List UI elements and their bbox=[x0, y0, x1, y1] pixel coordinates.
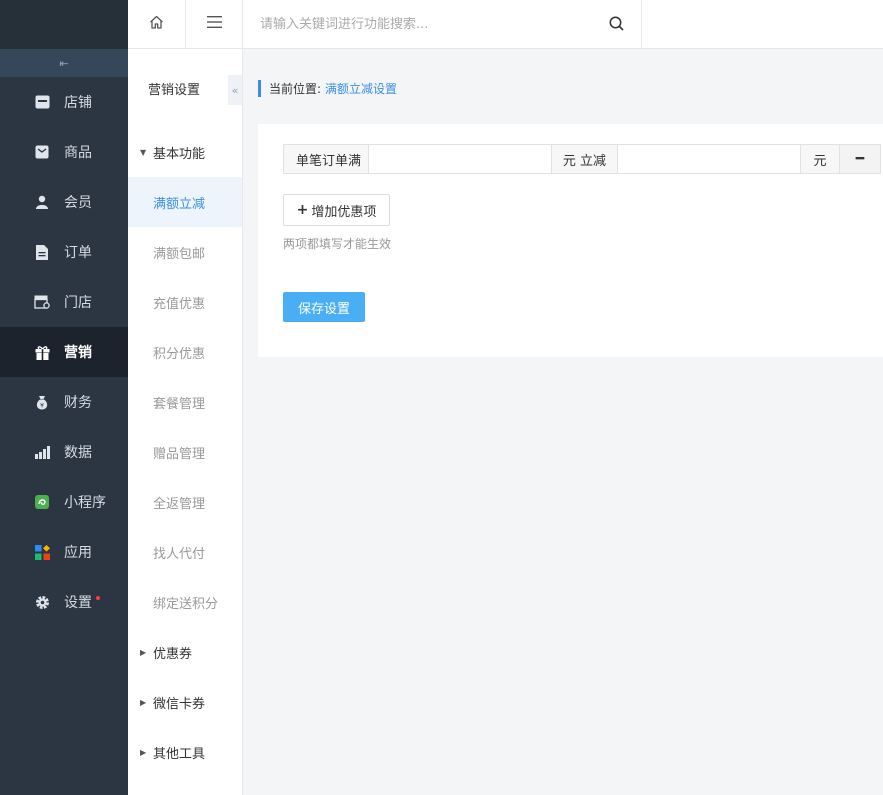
sub-item-package-management[interactable]: 套餐管理 bbox=[128, 377, 242, 427]
add-discount-item-button[interactable]: + 增加优惠项 bbox=[283, 194, 390, 226]
order-threshold-cell bbox=[368, 144, 552, 174]
nav-label: 应用 bbox=[64, 545, 92, 561]
group-other-tools[interactable]: ▶ 其他工具 bbox=[128, 727, 242, 777]
breadcrumb-label: 当前位置: bbox=[269, 82, 322, 96]
nav-label: 商品 bbox=[64, 145, 92, 161]
group-label: 基本功能 bbox=[153, 146, 206, 162]
gift-icon bbox=[34, 344, 50, 360]
sub-item-binding-points[interactable]: 绑定送积分 bbox=[128, 577, 242, 627]
svg-text:¥: ¥ bbox=[40, 402, 44, 409]
secondary-menu: 营销设置 « ▼ 基本功能 满额立减 满额包邮 充值优惠 积分优惠 套餐管理 赠… bbox=[128, 49, 243, 795]
main-nav: 店铺 商品 会员 订单 门店 营销 ¥ 财务 数据 小程序 应用 设置 bbox=[0, 77, 128, 627]
group-label: 微信卡券 bbox=[153, 696, 206, 712]
nav-label: 数据 bbox=[64, 445, 92, 461]
discount-cell bbox=[617, 144, 801, 174]
product-icon bbox=[34, 144, 50, 160]
gear-icon bbox=[34, 594, 50, 610]
nav-item-mini-program[interactable]: 小程序 bbox=[0, 477, 128, 527]
minus-icon: ━ bbox=[855, 151, 865, 167]
sub-item-recharge-discount[interactable]: 充值优惠 bbox=[128, 277, 242, 327]
sub-item-full-reduction[interactable]: 满额立减 bbox=[128, 177, 242, 227]
nav-label: 店铺 bbox=[64, 95, 92, 111]
store-icon bbox=[34, 94, 50, 110]
nav-item-shop[interactable]: 门店 bbox=[0, 277, 128, 327]
nav-label: 订单 bbox=[64, 245, 92, 261]
nav-item-data[interactable]: 数据 bbox=[0, 427, 128, 477]
logo-area bbox=[0, 0, 128, 49]
double-chevron-left-icon: « bbox=[231, 83, 239, 97]
sub-item-free-shipping[interactable]: 满额包邮 bbox=[128, 227, 242, 277]
secondary-menu-title-text: 营销设置 bbox=[148, 82, 201, 98]
group-label: 其他工具 bbox=[153, 746, 206, 762]
nav-label: 设置 bbox=[64, 595, 92, 611]
sub-item-full-return[interactable]: 全返管理 bbox=[128, 477, 242, 527]
group-label: 优惠券 bbox=[153, 646, 193, 662]
add-discount-item-label: 增加优惠项 bbox=[311, 204, 377, 220]
money-bag-icon: ¥ bbox=[34, 394, 50, 410]
sub-item-pay-for-me[interactable]: 找人代付 bbox=[128, 527, 242, 577]
nav-item-store[interactable]: 店铺 bbox=[0, 77, 128, 127]
nav-item-marketing[interactable]: 营销 bbox=[0, 327, 128, 377]
bar-chart-icon bbox=[34, 444, 50, 460]
breadcrumb-current-link[interactable]: 满额立减设置 bbox=[325, 80, 397, 97]
nav-label: 小程序 bbox=[64, 495, 106, 511]
caret-down-icon: ▼ bbox=[140, 147, 147, 157]
order-threshold-input[interactable] bbox=[369, 145, 551, 173]
nav-item-finance[interactable]: ¥ 财务 bbox=[0, 377, 128, 427]
nav-item-apps[interactable]: 应用 bbox=[0, 527, 128, 577]
nav-item-order[interactable]: 订单 bbox=[0, 227, 128, 277]
main-sidebar: ⇤ 店铺 商品 会员 订单 门店 营销 ¥ 财务 数据 小程序 应用 设置 bbox=[0, 0, 128, 795]
search-icon[interactable] bbox=[609, 16, 624, 35]
nav-label: 营销 bbox=[64, 345, 92, 361]
group-wechat-cards[interactable]: ▶ 微信卡券 bbox=[128, 677, 242, 727]
nav-item-settings[interactable]: 设置 bbox=[0, 577, 128, 627]
home-button[interactable] bbox=[128, 0, 186, 48]
plus-icon: + bbox=[296, 202, 309, 218]
sub-item-gift-management[interactable]: 赠品管理 bbox=[128, 427, 242, 477]
notification-dot bbox=[96, 596, 100, 600]
nav-label: 会员 bbox=[64, 195, 92, 211]
menu-toggle-button[interactable] bbox=[186, 0, 243, 48]
apps-icon bbox=[34, 544, 50, 560]
member-icon bbox=[34, 194, 50, 210]
caret-right-icon: ▶ bbox=[140, 647, 147, 657]
sidebar-collapse-button[interactable]: ⇤ bbox=[0, 49, 128, 77]
submenu-collapse-button[interactable]: « bbox=[228, 75, 242, 105]
nav-label: 财务 bbox=[64, 395, 92, 411]
remove-rule-button[interactable]: ━ bbox=[839, 144, 881, 174]
nav-label: 门店 bbox=[64, 295, 92, 311]
mini-program-icon bbox=[34, 494, 50, 510]
top-bar bbox=[128, 0, 883, 49]
search-box bbox=[243, 0, 642, 48]
save-settings-button[interactable]: 保存设置 bbox=[283, 292, 365, 322]
form-hint-text: 两项都填写才能生效 bbox=[283, 237, 392, 251]
secondary-menu-title: 营销设置 « bbox=[128, 49, 242, 127]
order-threshold-label: 单笔订单满 bbox=[283, 144, 369, 174]
group-basic-functions[interactable]: ▼ 基本功能 bbox=[128, 127, 242, 177]
hamburger-icon bbox=[206, 16, 222, 32]
nav-item-product[interactable]: 商品 bbox=[0, 127, 128, 177]
discount-amount-input[interactable] bbox=[618, 145, 800, 173]
caret-right-icon: ▶ bbox=[140, 697, 147, 707]
search-input[interactable] bbox=[260, 16, 600, 32]
group-coupons[interactable]: ▶ 优惠券 bbox=[128, 627, 242, 677]
shop-icon bbox=[34, 294, 50, 310]
discount-label: 元 立减 bbox=[551, 144, 618, 174]
discount-rule-row: 单笔订单满 元 立减 元 ━ bbox=[283, 144, 881, 174]
nav-item-member[interactable]: 会员 bbox=[0, 177, 128, 227]
settings-panel: 单笔订单满 元 立减 元 ━ + 增加优惠项 两项都填写才能生效 保存设置 bbox=[258, 124, 883, 357]
caret-right-icon: ▶ bbox=[140, 747, 147, 757]
sub-item-points-discount[interactable]: 积分优惠 bbox=[128, 327, 242, 377]
collapse-left-icon: ⇤ bbox=[59, 56, 69, 70]
home-icon bbox=[149, 15, 164, 33]
currency-unit-label: 元 bbox=[800, 144, 840, 174]
order-icon bbox=[34, 244, 50, 260]
breadcrumb: 当前位置: 满额立减设置 bbox=[258, 80, 397, 97]
